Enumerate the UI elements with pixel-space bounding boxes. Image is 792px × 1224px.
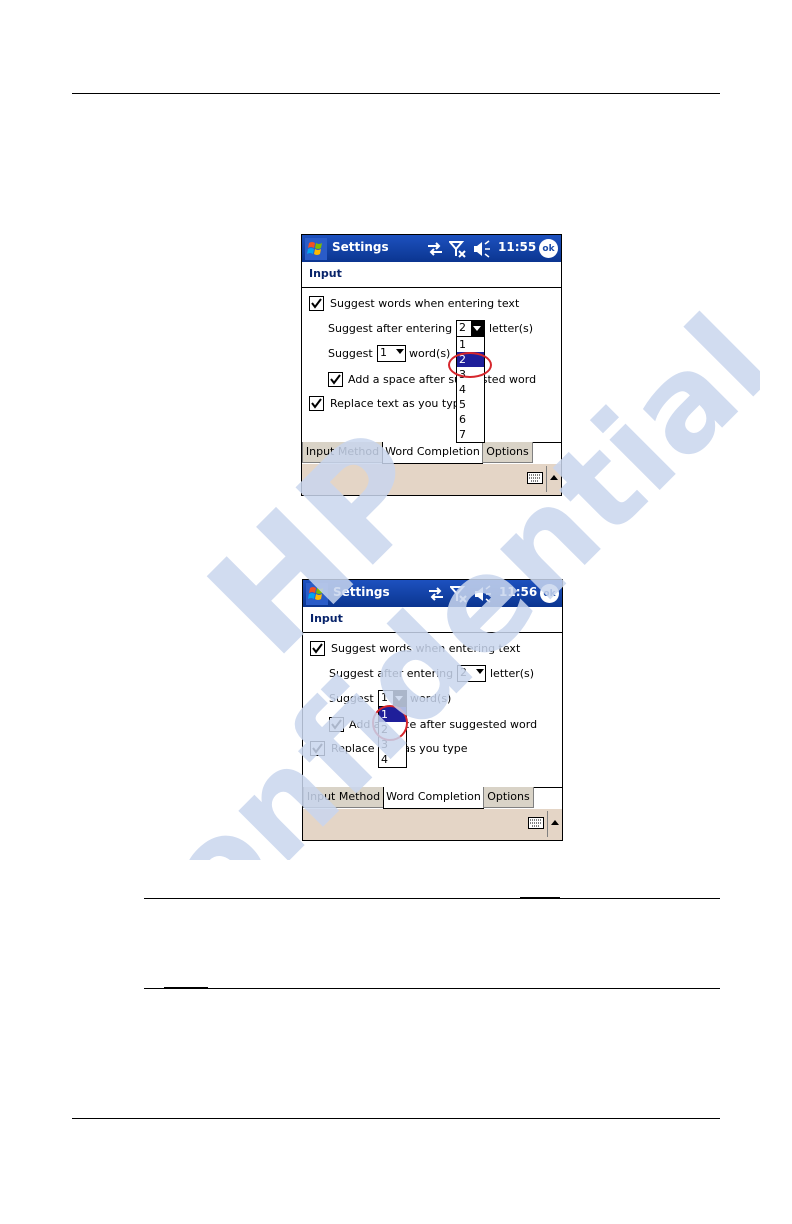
- replace-text-checkbox[interactable]: [310, 741, 325, 756]
- menu-bar: [302, 464, 561, 495]
- windows-start-icon[interactable]: [306, 583, 328, 605]
- words-value: 1: [380, 346, 387, 359]
- note-rule-bottom: [144, 988, 720, 989]
- suggest-after-label: Suggest after entering: [328, 322, 453, 335]
- window-title: Settings: [332, 240, 389, 254]
- note-rule-top: [144, 898, 720, 899]
- tab-word-completion[interactable]: Word Completion: [382, 442, 483, 464]
- highlight-circle: [372, 705, 408, 741]
- windows-start-icon[interactable]: [305, 238, 327, 260]
- letters-value: 2: [459, 321, 466, 334]
- tab-strip: Input Method Word Completion Options: [302, 442, 561, 464]
- window-title: Settings: [333, 585, 390, 599]
- words-select[interactable]: 1: [377, 345, 406, 362]
- dropdown-option[interactable]: 6: [457, 412, 484, 427]
- volume-icon[interactable]: [473, 584, 493, 604]
- keyboard-icon[interactable]: [527, 472, 543, 484]
- page-heading: Input: [310, 612, 343, 625]
- note-rule-top-accent: [520, 897, 560, 899]
- checkmark-icon: [330, 374, 341, 385]
- screenshot-words-dropdown: Settings 11:56 ok Input Suggest words wh…: [302, 579, 563, 841]
- checkmark-icon: [312, 743, 323, 754]
- chevron-down-icon[interactable]: [393, 691, 406, 706]
- letters-unit: letter(s): [489, 322, 534, 335]
- title-bar: Settings 11:56 ok: [303, 580, 562, 607]
- no-signal-icon[interactable]: [450, 584, 468, 604]
- add-space-checkbox[interactable]: [329, 717, 344, 732]
- connectivity-icon[interactable]: [427, 584, 445, 604]
- page-heading: Input: [309, 267, 342, 280]
- suggest-after-label: Suggest after entering: [329, 667, 454, 680]
- dropdown-option[interactable]: 7: [457, 427, 484, 442]
- clock[interactable]: 11:56: [499, 585, 537, 599]
- menu-bar: [303, 809, 562, 840]
- tab-input-method[interactable]: Input Method: [302, 442, 383, 463]
- checkmark-icon: [311, 298, 322, 309]
- checkmark-icon: [311, 398, 322, 409]
- connectivity-icon[interactable]: [426, 239, 444, 259]
- chevron-down-icon[interactable]: [476, 669, 484, 674]
- sip-arrow-icon[interactable]: [551, 820, 559, 825]
- no-signal-icon[interactable]: [449, 239, 467, 259]
- checkmark-icon: [312, 643, 323, 654]
- suggest-label: Suggest: [328, 347, 373, 360]
- note-rule-bottom-accent: [164, 987, 208, 989]
- dropdown-option[interactable]: 5: [457, 397, 484, 412]
- add-space-checkbox[interactable]: [328, 372, 343, 387]
- sip-divider: [547, 811, 548, 837]
- suggest-words-label: Suggest words when entering text: [330, 297, 520, 310]
- bottom-rule: [72, 1118, 720, 1119]
- sip-arrow-icon[interactable]: [550, 475, 558, 480]
- dropdown-option[interactable]: 4: [457, 382, 484, 397]
- suggest-words-label: Suggest words when entering text: [331, 642, 521, 655]
- tab-options[interactable]: Options: [482, 442, 533, 463]
- highlight-circle: [448, 352, 492, 378]
- screenshot-letters-dropdown: Settings 11:55 ok Input Suggest words wh…: [301, 234, 562, 496]
- suggest-words-checkbox[interactable]: [309, 296, 324, 311]
- add-space-label: Add a space after suggested word: [348, 373, 537, 386]
- replace-text-label: Replace text as you type: [330, 397, 467, 410]
- tab-options[interactable]: Options: [483, 787, 534, 808]
- ok-button[interactable]: ok: [540, 584, 559, 603]
- letters-select[interactable]: 2: [457, 665, 486, 682]
- letters-unit: letter(s): [490, 667, 535, 680]
- heading-divider: [303, 632, 562, 633]
- replace-text-checkbox[interactable]: [309, 396, 324, 411]
- suggest-label: Suggest: [329, 692, 374, 705]
- title-bar: Settings 11:55 ok: [302, 235, 561, 262]
- dropdown-option[interactable]: 1: [457, 337, 484, 352]
- words-value: 1: [381, 691, 388, 704]
- heading-divider: [302, 287, 561, 288]
- clock[interactable]: 11:55: [498, 240, 536, 254]
- tab-strip: Input Method Word Completion Options: [303, 787, 562, 809]
- checkmark-icon: [331, 719, 342, 730]
- words-unit: word(s): [410, 692, 452, 705]
- top-rule: [72, 93, 720, 94]
- keyboard-icon[interactable]: [528, 817, 544, 829]
- tab-input-method[interactable]: Input Method: [303, 787, 384, 808]
- words-unit: word(s): [409, 347, 451, 360]
- letters-select[interactable]: 2: [456, 320, 485, 337]
- chevron-down-icon[interactable]: [396, 349, 404, 354]
- volume-icon[interactable]: [472, 239, 492, 259]
- chevron-down-icon[interactable]: [471, 321, 484, 336]
- suggest-words-checkbox[interactable]: [310, 641, 325, 656]
- sip-divider: [546, 466, 547, 492]
- letters-value: 2: [460, 666, 467, 679]
- tab-word-completion[interactable]: Word Completion: [383, 787, 484, 809]
- dropdown-option[interactable]: 4: [379, 752, 406, 767]
- ok-button[interactable]: ok: [539, 239, 558, 258]
